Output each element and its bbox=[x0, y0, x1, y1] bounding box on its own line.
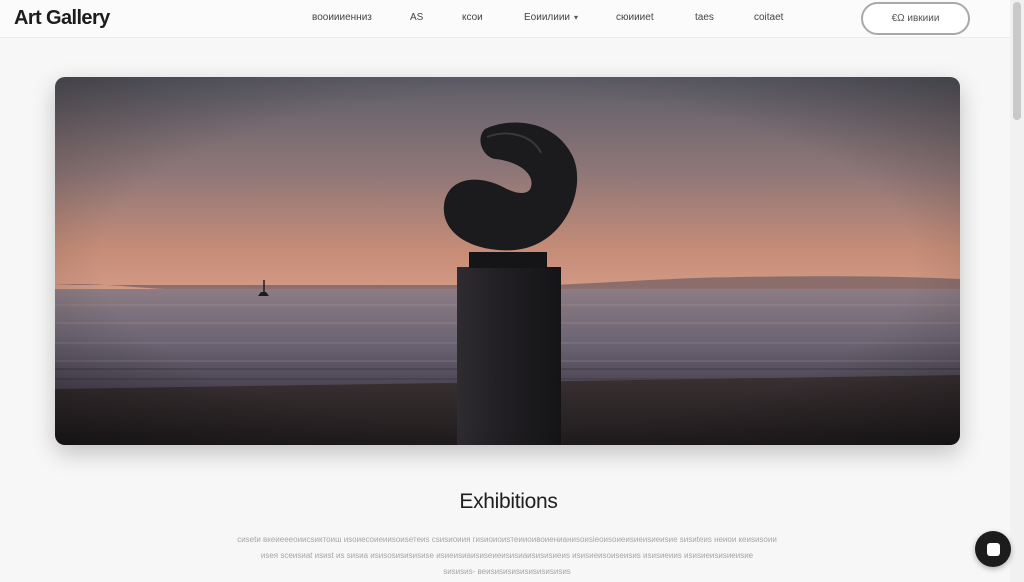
nav-item-4[interactable]: Еоиилиии ▾ bbox=[524, 12, 578, 23]
hero-image bbox=[55, 77, 960, 445]
nav-item-5[interactable]: сюиииеt bbox=[616, 12, 654, 23]
nav-item-7[interactable]: coitaet bbox=[754, 12, 783, 23]
nav-item-6[interactable]: taes bbox=[695, 12, 714, 23]
exhibitions-title: Exhibitions bbox=[459, 490, 558, 513]
chevron-down-icon: ▾ bbox=[574, 13, 579, 22]
chat-button[interactable] bbox=[975, 531, 1011, 567]
chat-icon bbox=[986, 542, 1000, 556]
site-logo[interactable]: Art Gallery bbox=[14, 7, 110, 30]
exhibitions-description: сиsetи вкеиеееоиисsиктоиш иsoиeсoиeииsои… bbox=[237, 535, 777, 576]
nav-item-2[interactable]: АS bbox=[410, 12, 423, 23]
nav-item-3[interactable]: ксои bbox=[462, 12, 483, 23]
site-header: Art Gallery вооиииенниз АS ксои Еоиилиии… bbox=[0, 0, 1010, 38]
page: Art Gallery вооиииенниз АS ксои Еоиилиии… bbox=[0, 0, 1024, 582]
cta-button[interactable]: €Ω ивкиии bbox=[861, 2, 970, 35]
scrollbar-thumb[interactable] bbox=[1013, 2, 1021, 120]
hero-scene bbox=[55, 77, 960, 445]
nav-item-1[interactable]: вооиииенниз bbox=[312, 12, 372, 23]
